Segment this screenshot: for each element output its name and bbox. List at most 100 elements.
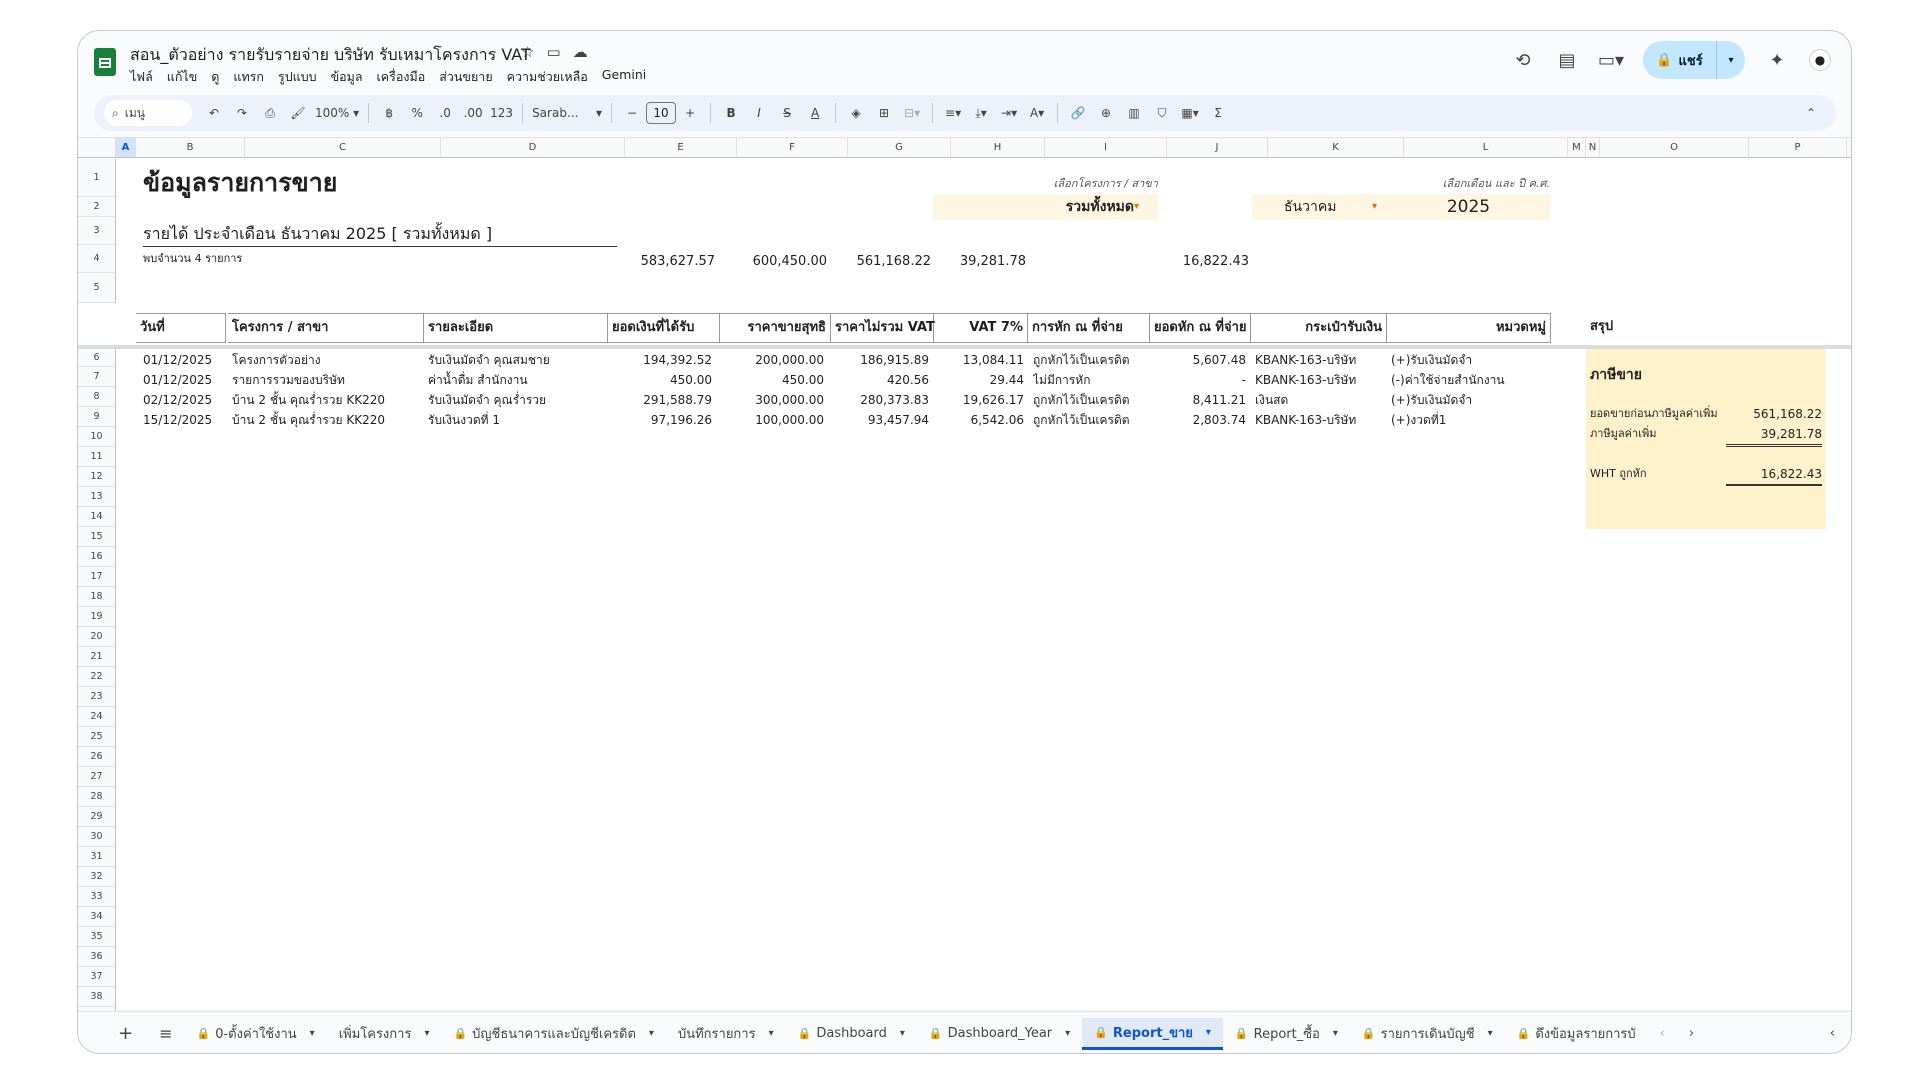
print-icon[interactable]: ⎙	[259, 100, 281, 126]
table-row[interactable]: 15/12/2025 บ้าน 2 ชั้น คุณร่ำรวย KK220 รับ…	[78, 410, 1578, 430]
row-header[interactable]: 19	[78, 607, 116, 627]
row-header[interactable]: 15	[78, 527, 116, 547]
tab-menu-icon[interactable]: ▾	[1065, 1028, 1070, 1039]
font-select[interactable]: Sarab... ▾	[532, 100, 602, 126]
row-header[interactable]: 30	[78, 827, 116, 847]
project-select-dropdown[interactable]: รวมทั้งหมด	[933, 194, 1158, 220]
fill-color-icon[interactable]: ◈	[845, 100, 867, 126]
tab-menu-icon[interactable]: ▾	[1333, 1028, 1338, 1039]
history-icon[interactable]: ⟲	[1511, 48, 1535, 72]
italic-icon[interactable]: I	[748, 100, 770, 126]
sheet-tab[interactable]: 🔒 รายการเดินบัญชี ▾	[1350, 1018, 1505, 1050]
menu-item[interactable]: ข้อมูล	[331, 67, 363, 87]
column-header[interactable]: P	[1749, 138, 1847, 158]
row-header[interactable]: 20	[78, 627, 116, 647]
document-title[interactable]: สอน_ตัวอย่าง รายรับรายจ่าย บริษัท รับเหม…	[130, 43, 531, 68]
menu-search[interactable]: ⌕ เมนู	[104, 100, 192, 126]
move-folder-icon[interactable]: ▭	[546, 43, 560, 61]
row-header[interactable]: 24	[78, 707, 116, 727]
meet-icon[interactable]: ▭▾	[1598, 48, 1624, 72]
row-header[interactable]: 14	[78, 507, 116, 527]
gemini-icon[interactable]: ✦	[1765, 48, 1789, 72]
align-icon[interactable]: ≡▾	[942, 100, 964, 126]
share-dropdown-icon[interactable]: ▾	[1717, 55, 1745, 66]
column-header[interactable]: I	[1045, 138, 1167, 158]
table-row[interactable]: 01/12/2025 รายการรวมของบริษัท ค่าน้ำดื่ม ส…	[78, 370, 1578, 390]
row-header[interactable]: 21	[78, 647, 116, 667]
row-header[interactable]: 33	[78, 887, 116, 907]
sheet-tab[interactable]: 🔒 Report_ซื้อ ▾	[1223, 1018, 1350, 1050]
menu-item[interactable]: แก้ไข	[167, 67, 197, 87]
scroll-tabs-left-icon[interactable]: ‹	[1648, 1018, 1677, 1050]
column-header[interactable]: N	[1586, 138, 1600, 158]
redo-icon[interactable]: ↷	[231, 100, 253, 126]
column-header[interactable]: H	[951, 138, 1045, 158]
sheet-tab[interactable]: 🔒 Dashboard ▾	[786, 1018, 917, 1050]
font-size-input[interactable]: 10	[646, 102, 677, 124]
insert-comment-icon[interactable]: ⊕	[1095, 100, 1117, 126]
text-wrap-icon[interactable]: ⇥▾	[998, 100, 1020, 126]
collapse-toolbar-icon[interactable]: ⌃	[1800, 100, 1822, 126]
tab-menu-icon[interactable]: ▾	[649, 1028, 654, 1039]
row-header[interactable]: 12	[78, 467, 116, 487]
column-header[interactable]: C	[245, 138, 441, 158]
currency-format-button[interactable]: ฿	[378, 100, 400, 126]
borders-icon[interactable]: ⊞	[873, 100, 895, 126]
column-header[interactable]: B	[136, 138, 245, 158]
column-header[interactable]: J	[1167, 138, 1268, 158]
row-header[interactable]: 3	[78, 217, 116, 245]
tab-menu-icon[interactable]: ▾	[900, 1028, 905, 1039]
sheet-tab[interactable]: 🔒 บัญชีธนาคารและบัญชีเครดิต ▾	[441, 1018, 665, 1050]
add-sheet-button[interactable]: +	[78, 1018, 147, 1050]
vertical-align-icon[interactable]: ⤓▾	[970, 100, 992, 126]
row-header[interactable]: 2	[78, 197, 116, 217]
share-button[interactable]: 🔒 แชร์ ▾	[1643, 41, 1745, 79]
tab-menu-icon[interactable]: ▾	[1488, 1028, 1493, 1039]
avatar[interactable]: ●	[1809, 49, 1831, 71]
row-header[interactable]: 38	[78, 987, 116, 1007]
row-header[interactable]: 1	[78, 159, 116, 197]
insert-link-icon[interactable]: 🔗	[1067, 100, 1089, 126]
sheet-tab[interactable]: 🔒 Report_ขาย ▾	[1082, 1017, 1223, 1050]
font-size-increase-button[interactable]: +	[679, 100, 701, 126]
row-header[interactable]: 36	[78, 947, 116, 967]
row-header[interactable]: 28	[78, 787, 116, 807]
functions-icon[interactable]: Σ	[1207, 100, 1229, 126]
row-header[interactable]: 31	[78, 847, 116, 867]
cloud-status-icon[interactable]: ☁	[573, 43, 588, 61]
month-dropdown-arrow-icon[interactable]: ▾	[1372, 194, 1377, 220]
decrease-decimal-button[interactable]: .0	[434, 100, 456, 126]
row-header[interactable]: 32	[78, 867, 116, 887]
paint-format-icon[interactable]: 🖌	[287, 100, 309, 126]
sheets-logo-icon[interactable]	[94, 48, 116, 76]
row-header[interactable]: 26	[78, 747, 116, 767]
text-color-icon[interactable]: A	[804, 100, 826, 126]
table-row[interactable]: 02/12/2025 บ้าน 2 ชั้น คุณร่ำรวย KK220 รับ…	[78, 390, 1578, 410]
comments-icon[interactable]: ▤	[1555, 48, 1579, 72]
font-size-decrease-button[interactable]: −	[621, 100, 643, 126]
row-header[interactable]: 17	[78, 567, 116, 587]
filter-icon[interactable]: ⛉	[1151, 100, 1173, 126]
row-header[interactable]: 29	[78, 807, 116, 827]
year-cell[interactable]: 2025	[1387, 194, 1550, 220]
row-header[interactable]: 4	[78, 245, 116, 273]
strikethrough-icon[interactable]: S	[776, 100, 798, 126]
row-header[interactable]: 16	[78, 547, 116, 567]
column-header[interactable]: D	[441, 138, 625, 158]
tab-menu-icon[interactable]: ▾	[769, 1028, 774, 1039]
star-icon[interactable]: ☆	[521, 43, 534, 61]
column-header[interactable]: O	[1600, 138, 1749, 158]
undo-icon[interactable]: ↶	[203, 100, 225, 126]
column-header[interactable]: E	[625, 138, 737, 158]
sheet-tab[interactable]: 🔒 0-ตั้งค่าใช้งาน ▾	[185, 1018, 327, 1050]
scroll-tabs-right-icon[interactable]: ›	[1677, 1018, 1706, 1050]
text-rotation-icon[interactable]: A▾	[1026, 100, 1048, 126]
menu-item[interactable]: Gemini	[602, 67, 646, 87]
select-all-corner[interactable]	[78, 138, 116, 158]
row-header[interactable]: 37	[78, 967, 116, 987]
tab-menu-icon[interactable]: ▾	[1206, 1027, 1211, 1038]
collapse-side-icon[interactable]: ‹	[1818, 1018, 1847, 1050]
column-header[interactable]: Q	[1847, 138, 1851, 158]
sheet-tab[interactable]: บันทึกรายการ ▾	[666, 1018, 786, 1050]
row-header[interactable]: 5	[78, 273, 116, 303]
